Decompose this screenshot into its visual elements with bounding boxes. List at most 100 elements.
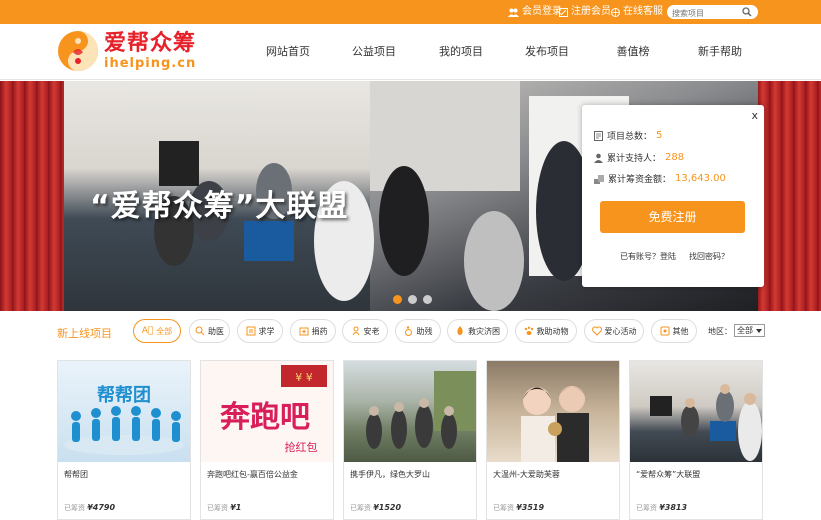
project-image bbox=[630, 361, 762, 462]
register-label: 注册会员 bbox=[571, 6, 611, 17]
project-raised-amount: ¥1 bbox=[230, 503, 242, 512]
category-all-label: 全部 bbox=[156, 326, 173, 336]
edit-icon bbox=[559, 7, 568, 17]
stat-funds-value: 13,643.00 bbox=[675, 173, 726, 184]
paw-icon bbox=[524, 326, 533, 335]
study-icon bbox=[246, 326, 255, 336]
category-medical[interactable]: 助医 bbox=[189, 319, 230, 343]
category-disabled[interactable]: 助残 bbox=[395, 319, 441, 343]
nav-leaderboard[interactable]: 善值榜 bbox=[615, 24, 651, 80]
top-bar: 会员登录 注册会员 在线客服 bbox=[0, 0, 821, 24]
logo-chinese: 爱帮众筹 bbox=[104, 30, 197, 56]
carousel-dot-3[interactable] bbox=[423, 295, 432, 304]
free-register-button[interactable]: 免费注册 bbox=[600, 201, 745, 233]
category-other-label: 其他 bbox=[672, 326, 689, 336]
person-icon bbox=[594, 153, 603, 163]
category-study-label: 求学 bbox=[258, 326, 275, 336]
coins-icon bbox=[594, 174, 604, 184]
stat-funds: 累计筹资金额： 13,643.00 bbox=[594, 172, 726, 185]
site-logo[interactable]: 爱帮众筹 ihelping.cn bbox=[57, 30, 196, 72]
globe-icon bbox=[611, 7, 620, 17]
category-elderly[interactable]: 安老 bbox=[342, 319, 388, 343]
project-raised-amount: ¥4790 bbox=[87, 503, 116, 512]
category-other[interactable]: 其他 bbox=[651, 319, 697, 343]
project-card[interactable]: 大温州-大爱助芙蓉 已筹资 ¥3519 bbox=[486, 360, 620, 520]
project-title[interactable]: 携手伊凡，绿色大罗山 bbox=[350, 469, 430, 480]
category-study[interactable]: 求学 bbox=[237, 319, 283, 343]
nav-charity-projects[interactable]: 公益项目 bbox=[352, 24, 396, 80]
carousel-dot-1[interactable] bbox=[393, 295, 402, 304]
document-icon bbox=[594, 130, 603, 141]
project-card[interactable]: ¥ ¥ 奔跑吧 抢红包 奔跑吧红包-赢百倍公益金 已筹资 ¥1 bbox=[200, 360, 334, 520]
category-all[interactable]: A⃝ 全部 bbox=[133, 319, 181, 343]
elderly-icon bbox=[352, 326, 359, 336]
project-card[interactable]: 帮帮团 帮帮团 已筹资 ¥4790 bbox=[57, 360, 191, 520]
users-icon bbox=[508, 8, 519, 17]
medicine-icon bbox=[299, 327, 308, 336]
project-title[interactable]: 大温州-大爱助芙蓉 bbox=[493, 469, 560, 480]
category-disaster-relief[interactable]: 救灾济困 bbox=[447, 319, 508, 343]
site-header: 爱帮众筹 ihelping.cn 网站首页 公益项目 我的项目 发布项目 善值榜… bbox=[0, 24, 821, 80]
category-animal-rescue[interactable]: 救助动物 bbox=[515, 319, 577, 343]
region-select[interactable]: 全部 bbox=[734, 324, 765, 337]
online-support-label: 在线客服 bbox=[623, 6, 663, 17]
category-charity-events[interactable]: 爱心活动 bbox=[584, 319, 644, 343]
project-raised-amount: ¥1520 bbox=[373, 503, 402, 512]
project-raised-amount: ¥3519 bbox=[516, 503, 545, 512]
carousel-dot-2[interactable] bbox=[408, 295, 417, 304]
stat-supporters-value: 288 bbox=[665, 152, 685, 163]
category-bar: 新上线项目 A⃝ 全部 助医 求学 捐药 安老 助残 救灾济困 救助动物 爱心活… bbox=[0, 319, 821, 345]
online-support-link[interactable]: 在线客服 bbox=[611, 0, 663, 24]
member-login-link[interactable]: 会员登录 bbox=[508, 0, 562, 24]
stat-projects-label: 项目总数： bbox=[607, 132, 653, 142]
category-disaster-relief-label: 救灾济困 bbox=[468, 326, 500, 336]
stat-supporters-label: 累计支持人： bbox=[607, 154, 662, 164]
category-medical-label: 助医 bbox=[208, 326, 224, 336]
chevron-down-icon bbox=[756, 329, 762, 333]
stat-supporters: 累计支持人： 288 bbox=[594, 151, 684, 164]
search-box bbox=[667, 5, 758, 21]
all-icon: A⃝ bbox=[141, 326, 154, 336]
project-card[interactable]: “爱帮众筹”大联盟 已筹资 ¥3813 bbox=[629, 360, 763, 520]
heart-icon bbox=[591, 326, 602, 336]
carousel-dots bbox=[393, 295, 432, 304]
stat-funds-label: 累计筹资金额： bbox=[608, 175, 672, 185]
close-button[interactable]: x bbox=[751, 109, 758, 122]
category-medicine-label: 捐药 bbox=[311, 326, 328, 336]
project-title[interactable]: 帮帮团 bbox=[64, 469, 88, 480]
project-image bbox=[487, 361, 619, 462]
fire-icon bbox=[457, 326, 463, 335]
category-animal-rescue-label: 救助动物 bbox=[536, 326, 569, 336]
forgot-password-link[interactable]: 找回密码？ bbox=[689, 251, 729, 262]
logo-icon bbox=[58, 31, 98, 71]
project-image: ¥ ¥ 奔跑吧 抢红包 bbox=[201, 361, 333, 462]
member-login-label: 会员登录 bbox=[522, 6, 562, 17]
project-title[interactable]: 奔跑吧红包-赢百倍公益金 bbox=[207, 469, 298, 480]
project-image: 帮帮团 bbox=[58, 361, 190, 462]
search-input[interactable] bbox=[667, 6, 739, 21]
register-link[interactable]: 注册会员 bbox=[559, 0, 611, 24]
project-raised: 已筹资 ¥1520 bbox=[350, 503, 402, 512]
nav-publish-project[interactable]: 发布项目 bbox=[525, 24, 569, 80]
banner-title: “爱帮众筹”大联盟 bbox=[90, 189, 349, 224]
curtain-left bbox=[0, 81, 64, 311]
nav-help[interactable]: 新手帮助 bbox=[697, 24, 743, 80]
project-raised: 已筹资 ¥3813 bbox=[636, 503, 688, 512]
login-link[interactable]: 已有账号？登陆 bbox=[620, 251, 676, 262]
nav-home[interactable]: 网站首页 bbox=[266, 24, 310, 80]
category-disabled-label: 助残 bbox=[416, 326, 433, 336]
medical-icon bbox=[195, 326, 205, 336]
project-card[interactable]: 携手伊凡，绿色大罗山 已筹资 ¥1520 bbox=[343, 360, 477, 520]
project-image bbox=[344, 361, 476, 462]
section-title: 新上线项目 bbox=[57, 327, 112, 340]
project-raised: 已筹资 ¥3519 bbox=[493, 503, 545, 512]
stat-projects: 项目总数： 5 bbox=[594, 129, 662, 142]
card2-headline: 奔跑吧 bbox=[220, 400, 310, 435]
project-title[interactable]: “爱帮众筹”大联盟 bbox=[636, 469, 700, 480]
category-medicine[interactable]: 捐药 bbox=[290, 319, 336, 343]
project-raised: 已筹资 ¥4790 bbox=[64, 503, 116, 512]
nav-my-projects[interactable]: 我的项目 bbox=[439, 24, 483, 80]
search-icon[interactable] bbox=[742, 7, 752, 17]
wheelchair-icon bbox=[404, 326, 412, 336]
other-icon bbox=[660, 326, 669, 336]
